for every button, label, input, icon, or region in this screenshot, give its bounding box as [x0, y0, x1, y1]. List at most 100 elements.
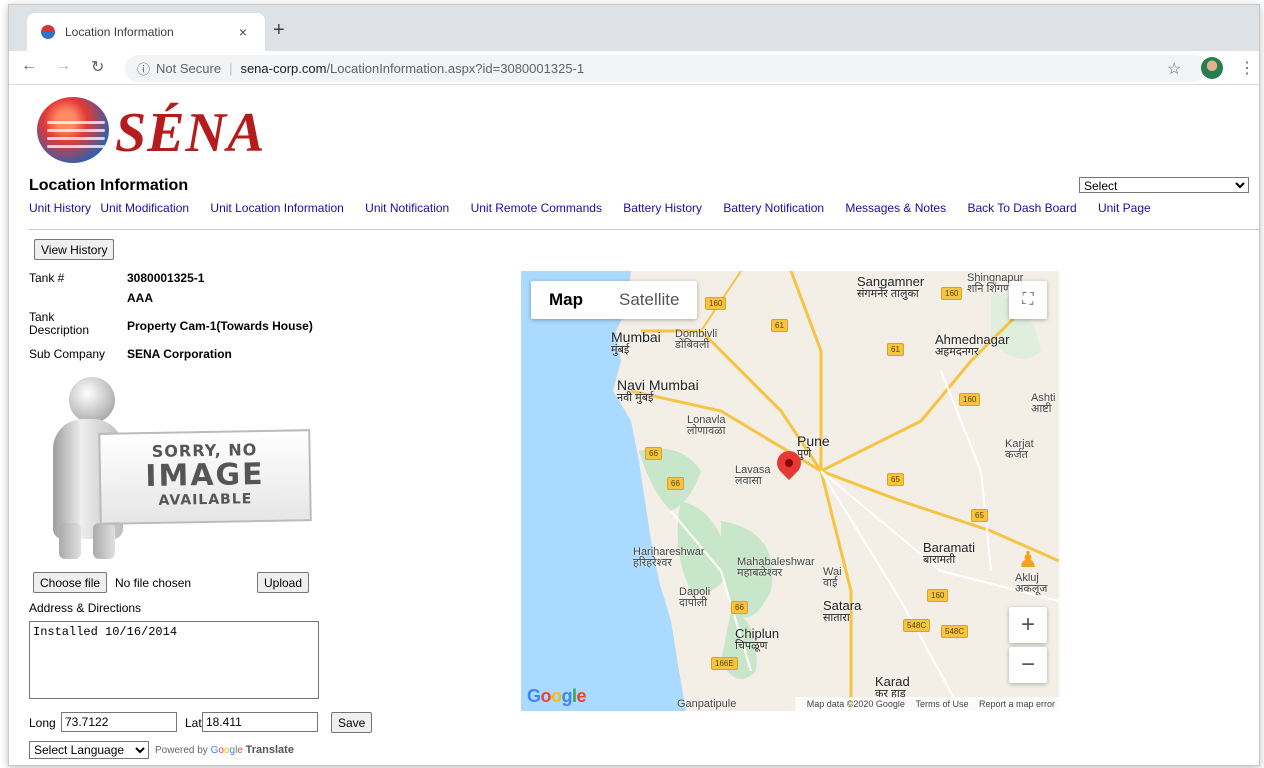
browser-window: Location Information × + ← → ↻ ⓘ Not Sec… — [8, 4, 1260, 766]
map-label-ganpatipule: Ganpatipule — [677, 698, 737, 710]
highway-shield: 66 — [645, 447, 662, 460]
map-label-mahabaleshwar: Mahabaleshwar महाबळेश्वर — [737, 556, 815, 579]
no-image-sign: SORRY, NO IMAGE AVAILABLE — [98, 429, 312, 525]
highway-shield: 66 — [667, 477, 684, 490]
highway-shield: 61 — [771, 319, 788, 332]
no-image-line2: IMAGE — [144, 456, 265, 495]
kebab-menu-icon[interactable]: ⋮ — [1239, 58, 1255, 78]
view-history-button[interactable]: View History — [34, 239, 115, 260]
url-path: /LocationInformation.aspx?id=3080001325-… — [326, 61, 585, 76]
map-label-lonavla: Lonavla लोणावळा — [687, 414, 726, 437]
map-label-lavasa: Lavasa लवासा — [735, 464, 771, 487]
map-attribution: Map data ©2020 Google Terms of Use Repor… — [794, 697, 1059, 711]
pegman-icon[interactable]: ♟ — [1009, 535, 1047, 585]
tank-label: Tank # — [29, 271, 65, 285]
tab-title: Location Information — [65, 25, 174, 39]
map-label-satara: Satara सातारा — [823, 598, 862, 624]
browser-tab[interactable]: Location Information × — [27, 13, 265, 51]
google-logo: Google — [527, 686, 587, 706]
back-arrow-icon[interactable]: ← — [21, 57, 37, 75]
fullscreen-icon[interactable]: ⛶ — [1009, 281, 1047, 319]
map-label-dapoli: Dapoli दापोली — [679, 586, 711, 609]
zoom-in-button[interactable]: + — [1009, 607, 1047, 643]
highway-shield: 61 — [887, 343, 904, 356]
nav-battery-notification[interactable]: Battery Notification — [723, 201, 824, 215]
description-value: Property Cam-1(Towards House) — [127, 319, 313, 333]
save-button[interactable]: Save — [331, 712, 373, 733]
no-image-placeholder: SORRY, NO IMAGE AVAILABLE — [29, 373, 329, 565]
nav-unit-page[interactable]: Unit Page — [1098, 201, 1151, 215]
unit-select[interactable]: Select — [1079, 177, 1249, 193]
highway-shield: 160 — [959, 393, 981, 406]
address-textarea[interactable]: Installed 10/16/2014 — [29, 621, 319, 699]
longitude-input[interactable] — [61, 712, 177, 732]
highway-shield: 548C — [941, 625, 969, 638]
sena-favicon-icon — [41, 25, 55, 39]
nav-back-to-dashboard[interactable]: Back To Dash Board — [967, 201, 1076, 215]
address-bar[interactable]: ⓘ Not Secure | sena-corp.com /LocationIn… — [125, 55, 1207, 82]
map-label-baramati: Baramati बारामती — [923, 540, 976, 566]
choose-file-button[interactable]: Choose file — [33, 572, 108, 593]
close-icon[interactable]: × — [233, 24, 253, 40]
tank-code: AAA — [127, 291, 153, 305]
report-error-link[interactable]: Report a map error — [979, 699, 1055, 709]
nav-unit-history[interactable]: Unit History — [29, 201, 91, 215]
terms-link[interactable]: Terms of Use — [915, 699, 968, 709]
tab-strip: Location Information × + — [9, 5, 1259, 51]
powered-by-google-translate: Powered by Google Translate — [155, 744, 294, 756]
highway-shield: 160 — [927, 589, 949, 602]
nav-unit-modification[interactable]: Unit Modification — [100, 201, 189, 215]
upload-button[interactable]: Upload — [257, 572, 310, 593]
logo-text: SÉNA — [115, 102, 266, 164]
url-separator: | — [229, 61, 233, 76]
sena-globe-icon — [37, 97, 109, 163]
browser-toolbar: ← → ↻ ⓘ Not Secure | sena-corp.com /Loca… — [9, 51, 1259, 85]
map-label-navi-mumbai: Navi Mumbai नवी मुंबई — [617, 377, 699, 404]
highway-shield: 66 — [731, 601, 748, 614]
address-label: Address & Directions — [29, 601, 142, 615]
nav-unit-location-information[interactable]: Unit Location Information — [210, 201, 343, 215]
map-label-harihareshwar: Harihareshwar हरिहरेश्वर — [633, 546, 705, 569]
map-label-wai: Wai वाई — [823, 566, 842, 589]
map-label-sangamner: Sangamner संगमनेर तालुका — [857, 274, 925, 300]
page-content: SÉNA Location Information Select Unit Hi… — [9, 85, 1259, 765]
map-label-pune: Pune पुणे — [797, 433, 830, 460]
long-label: Long — [29, 716, 56, 730]
google-map[interactable]: Sangamner संगमनेर तालुका Shingnapur शनि शि… — [521, 271, 1059, 711]
forward-arrow-icon[interactable]: → — [55, 57, 71, 75]
latitude-input[interactable] — [202, 712, 318, 732]
reload-icon[interactable]: ↻ — [91, 57, 104, 77]
divider — [29, 229, 1259, 230]
map-label-ashti: Ashti आष्टी — [1031, 392, 1056, 415]
new-tab-icon[interactable]: + — [273, 19, 285, 42]
map-type-map-button[interactable]: Map — [531, 281, 601, 319]
nav-messages-notes[interactable]: Messages & Notes — [845, 201, 946, 215]
sena-logo: SÉNA — [37, 95, 277, 165]
nav-unit-remote-commands[interactable]: Unit Remote Commands — [471, 201, 602, 215]
zoom-out-button[interactable]: − — [1009, 647, 1047, 683]
highway-shield: 160 — [941, 287, 963, 300]
highway-shield: 166E — [711, 657, 738, 670]
tank-value: 3080001325-1 — [127, 271, 205, 285]
lat-label: Lat — [185, 716, 202, 730]
info-icon[interactable]: ⓘ — [137, 59, 150, 78]
map-data-text: Map data ©2020 Google — [806, 699, 905, 709]
bookmark-star-icon[interactable]: ☆ — [1167, 59, 1181, 79]
highway-shield: 65 — [971, 509, 988, 522]
highway-shield: 65 — [887, 473, 904, 486]
sub-company-value: SENA Corporation — [127, 347, 232, 361]
nav-links: Unit History Unit Modification Unit Loca… — [29, 201, 1169, 215]
map-label-ahmednagar: Ahmednagar अहमदनगर — [935, 332, 1010, 358]
no-image-line3: AVAILABLE — [158, 491, 253, 509]
profile-avatar[interactable] — [1201, 57, 1223, 79]
page-title: Location Information — [29, 177, 189, 194]
language-select[interactable]: Select Language — [29, 741, 149, 759]
description-label: Tank Description — [29, 310, 90, 337]
nav-battery-history[interactable]: Battery History — [623, 201, 702, 215]
map-label-chiplun: Chiplun चिपळूण — [735, 626, 780, 652]
nav-unit-notification[interactable]: Unit Notification — [365, 201, 449, 215]
figure-head — [69, 377, 115, 423]
map-label-mumbai: Mumbai मुंबई — [611, 329, 661, 356]
sub-company-label: Sub Company — [29, 347, 106, 361]
map-type-satellite-button[interactable]: Satellite — [601, 281, 697, 319]
